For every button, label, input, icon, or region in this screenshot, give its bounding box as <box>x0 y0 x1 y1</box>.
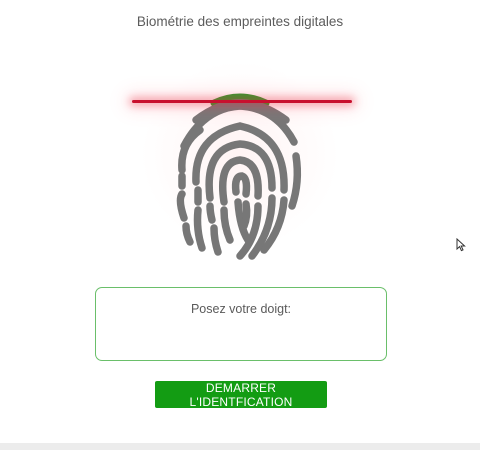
prompt-label: Posez votre doigt: <box>190 302 292 316</box>
biometric-page: Biométrie des empreintes digitales Posez… <box>0 0 480 443</box>
scan-line <box>132 100 352 103</box>
mouse-cursor-icon <box>456 238 466 252</box>
fingerprint-icon <box>176 93 302 260</box>
page-title: Biométrie des empreintes digitales <box>136 14 344 29</box>
start-identification-button[interactable]: DEMARRER L'IDENTFICATION <box>155 381 327 409</box>
fingerprint-scanner <box>120 50 360 270</box>
fingerprint-prompt-box: Posez votre doigt: <box>95 287 387 361</box>
